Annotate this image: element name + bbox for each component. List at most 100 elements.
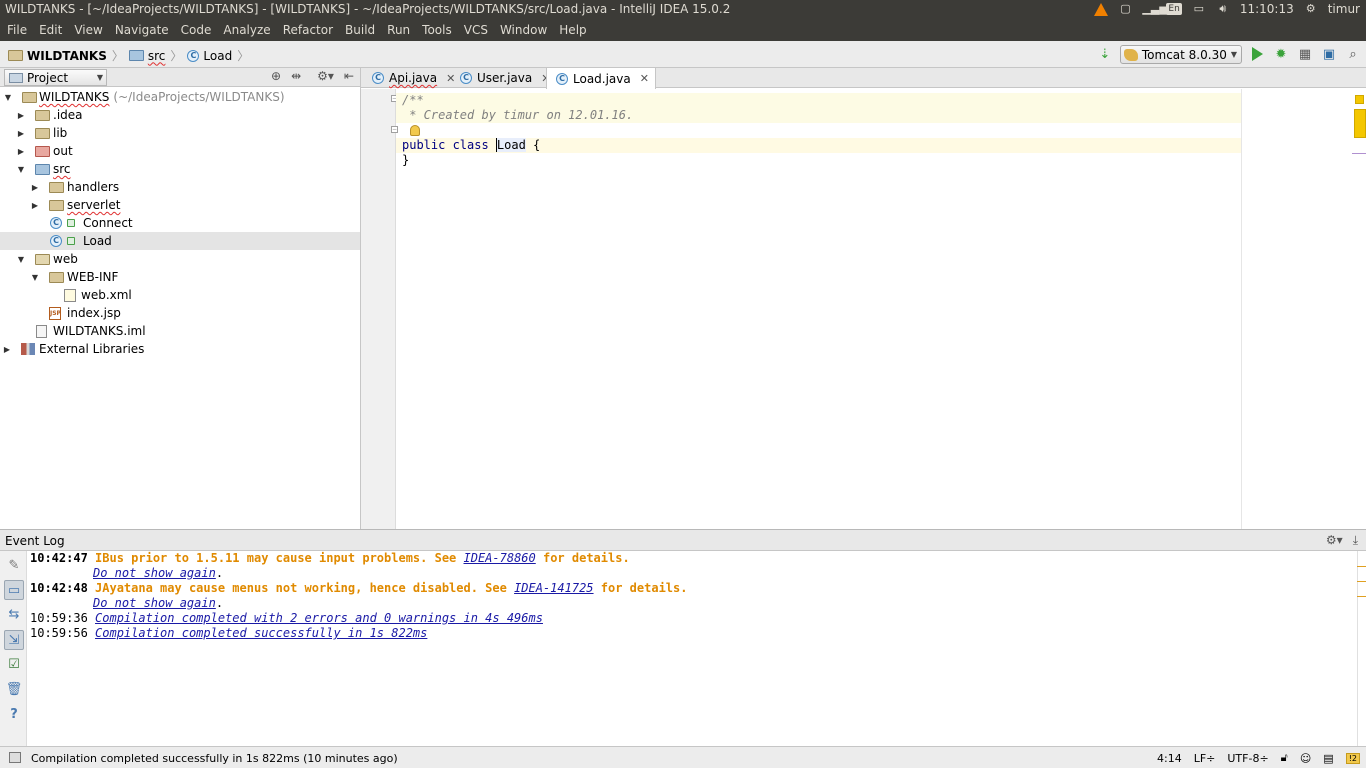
tree-item-index-jsp[interactable]: JSP index.jsp bbox=[0, 304, 360, 322]
scroll-from-source-icon[interactable]: ⊕ bbox=[271, 69, 281, 83]
soft-wraps-icon[interactable]: ⇆ bbox=[4, 605, 24, 625]
tab-api-java[interactable]: C Api.java ✕ bbox=[363, 68, 461, 88]
run-button[interactable] bbox=[1248, 46, 1266, 64]
event-log-error-stripe[interactable] bbox=[1357, 551, 1366, 747]
tree-item-connect[interactable]: C Connect bbox=[0, 214, 360, 232]
log-compilation-link[interactable]: Compilation completed with 2 errors and … bbox=[95, 611, 543, 625]
tree-item-iml[interactable]: WILDTANKS.iml bbox=[0, 322, 360, 340]
tree-item-web-xml[interactable]: web.xml bbox=[0, 286, 360, 304]
collapse-arrow-icon[interactable]: ▶ bbox=[16, 111, 26, 120]
collapse-arrow-icon[interactable]: ▶ bbox=[2, 345, 12, 354]
menu-navigate[interactable]: Navigate bbox=[109, 20, 175, 40]
menu-view[interactable]: View bbox=[68, 20, 108, 40]
collapse-arrow-icon[interactable]: ▶ bbox=[30, 201, 40, 210]
mark-all-read-icon[interactable]: ☑ bbox=[4, 655, 24, 675]
session-gear-icon[interactable]: ⚙ bbox=[1304, 3, 1318, 15]
inspector-icon[interactable]: ☺ bbox=[1300, 752, 1311, 765]
log-issue-link[interactable]: IDEA-141725 bbox=[514, 581, 593, 595]
code-editor[interactable]: /** * Created by timur on 12.01.16. publ… bbox=[396, 89, 1366, 529]
scroll-to-end-icon[interactable]: ⇲ bbox=[4, 630, 24, 650]
settings-wrench-icon[interactable]: ✎ bbox=[4, 556, 24, 576]
window-tray-icon[interactable]: ▢ bbox=[1118, 3, 1132, 15]
keyboard-layout-indicator[interactable]: En bbox=[1166, 3, 1182, 15]
collapse-arrow-icon[interactable]: ▶ bbox=[16, 129, 26, 138]
do-not-show-again-link[interactable]: Do not show again bbox=[93, 596, 216, 610]
settings-gear-icon[interactable]: ⚙▾ bbox=[317, 69, 334, 83]
username[interactable]: timur bbox=[1328, 2, 1360, 16]
menu-file[interactable]: File bbox=[1, 20, 33, 40]
help-icon[interactable]: ? bbox=[4, 705, 24, 725]
project-structure-button[interactable]: ▣ bbox=[1320, 46, 1338, 64]
make-project-icon[interactable]: ⇣ bbox=[1096, 46, 1114, 64]
collapse-all-icon[interactable]: ⇹ bbox=[291, 69, 301, 83]
settings-gear-icon[interactable]: ⚙▾ bbox=[1326, 533, 1343, 548]
lightbulb-icon[interactable] bbox=[410, 125, 420, 136]
editor-gutter[interactable]: − − bbox=[361, 89, 398, 529]
tree-item-load[interactable]: C Load bbox=[0, 232, 360, 250]
expand-arrow-icon[interactable]: ▼ bbox=[3, 93, 13, 102]
menu-run[interactable]: Run bbox=[381, 20, 416, 40]
clear-all-icon[interactable]: 🗑︎ bbox=[4, 680, 24, 700]
tree-item-handlers[interactable]: ▶ handlers bbox=[0, 178, 360, 196]
warning-marker[interactable] bbox=[1357, 596, 1366, 597]
vlc-tray-icon[interactable] bbox=[1094, 2, 1109, 16]
expand-arrow-icon[interactable]: ▼ bbox=[16, 255, 26, 264]
breadcrumb-src[interactable]: src bbox=[128, 49, 165, 63]
line-separator-select[interactable]: LF÷ bbox=[1194, 752, 1216, 765]
breadcrumb-load[interactable]: C Load bbox=[187, 49, 232, 63]
tool-windows-icon[interactable] bbox=[9, 752, 21, 763]
warning-marker[interactable] bbox=[1357, 581, 1366, 582]
tree-item-web-inf[interactable]: ▼ WEB-INF bbox=[0, 268, 360, 286]
menu-edit[interactable]: Edit bbox=[33, 20, 68, 40]
tree-item-serverlet[interactable]: ▶ serverlet bbox=[0, 196, 360, 214]
tree-item-web[interactable]: ▼ web bbox=[0, 250, 360, 268]
collapse-arrow-icon[interactable]: ▶ bbox=[30, 183, 40, 192]
close-icon[interactable]: ✕ bbox=[640, 72, 649, 85]
menu-code[interactable]: Code bbox=[175, 20, 218, 40]
debug-button[interactable]: ✹ bbox=[1272, 46, 1290, 64]
menu-build[interactable]: Build bbox=[339, 20, 381, 40]
breadcrumb-project[interactable]: WILDTANKS bbox=[8, 49, 107, 63]
event-log-warning-badge[interactable]: !2 bbox=[1345, 752, 1360, 764]
search-everywhere-icon[interactable]: ⌕ bbox=[1344, 46, 1362, 64]
clock[interactable]: 11:10:13 bbox=[1240, 2, 1294, 16]
lock-icon[interactable]: 🔓︎ bbox=[1281, 751, 1288, 765]
run-configuration-select[interactable]: Tomcat 8.0.30 ▼ bbox=[1119, 45, 1242, 64]
warning-marker[interactable] bbox=[1357, 566, 1366, 567]
collapse-arrow-icon[interactable]: ▶ bbox=[16, 147, 26, 156]
log-issue-link[interactable]: IDEA-78860 bbox=[464, 551, 536, 565]
menu-vcs[interactable]: VCS bbox=[458, 20, 494, 40]
caret-position[interactable]: 4:14 bbox=[1157, 752, 1182, 765]
warning-stripe-marker[interactable] bbox=[1354, 109, 1366, 138]
hide-panel-icon[interactable]: ⤓ bbox=[1353, 533, 1358, 548]
menu-window[interactable]: Window bbox=[494, 20, 553, 40]
tree-item-external-libraries[interactable]: ▶ External Libraries bbox=[0, 340, 360, 358]
inspection-indicator[interactable] bbox=[1355, 95, 1364, 104]
menu-help[interactable]: Help bbox=[553, 20, 592, 40]
expand-arrow-icon[interactable]: ▼ bbox=[16, 165, 26, 174]
tab-user-java[interactable]: C User.java ✕ bbox=[451, 68, 556, 88]
menu-refactor[interactable]: Refactor bbox=[277, 20, 339, 40]
menu-tools[interactable]: Tools bbox=[416, 20, 458, 40]
encoding-select[interactable]: UTF-8÷ bbox=[1227, 752, 1268, 765]
tree-item-wildtanks[interactable]: ▼ WILDTANKS (~/IdeaProjects/WILDTANKS) bbox=[0, 88, 360, 106]
log-punctuation: . bbox=[215, 596, 224, 610]
expand-arrow-icon[interactable]: ▼ bbox=[30, 273, 40, 282]
log-compilation-link[interactable]: Compilation completed successfully in 1s… bbox=[95, 626, 427, 640]
tree-item-idea[interactable]: ▶ .idea bbox=[0, 106, 360, 124]
hide-panel-icon[interactable]: ⇤ bbox=[344, 69, 354, 83]
do-not-show-again-link[interactable]: Do not show again bbox=[93, 566, 216, 580]
battery-icon[interactable]: ▭ bbox=[1192, 3, 1206, 15]
network-icon[interactable]: ▁▃▅ bbox=[1142, 3, 1167, 15]
show-balloons-icon[interactable]: ▭ bbox=[4, 580, 24, 600]
tree-item-lib[interactable]: ▶ lib bbox=[0, 124, 360, 142]
tab-load-java[interactable]: C Load.java ✕ bbox=[546, 68, 656, 89]
coverage-button[interactable]: ▦ bbox=[1296, 46, 1314, 64]
memory-indicator-icon[interactable]: ▤ bbox=[1323, 752, 1333, 765]
tree-item-out[interactable]: ▶ out bbox=[0, 142, 360, 160]
tree-item-src[interactable]: ▼ src bbox=[0, 160, 360, 178]
menu-analyze[interactable]: Analyze bbox=[217, 20, 276, 40]
project-view-select[interactable]: Project ▼ bbox=[4, 69, 107, 86]
volume-icon[interactable]: 🔊︎ bbox=[1216, 3, 1230, 15]
status-message[interactable]: Compilation completed successfully in 1s… bbox=[31, 752, 398, 765]
